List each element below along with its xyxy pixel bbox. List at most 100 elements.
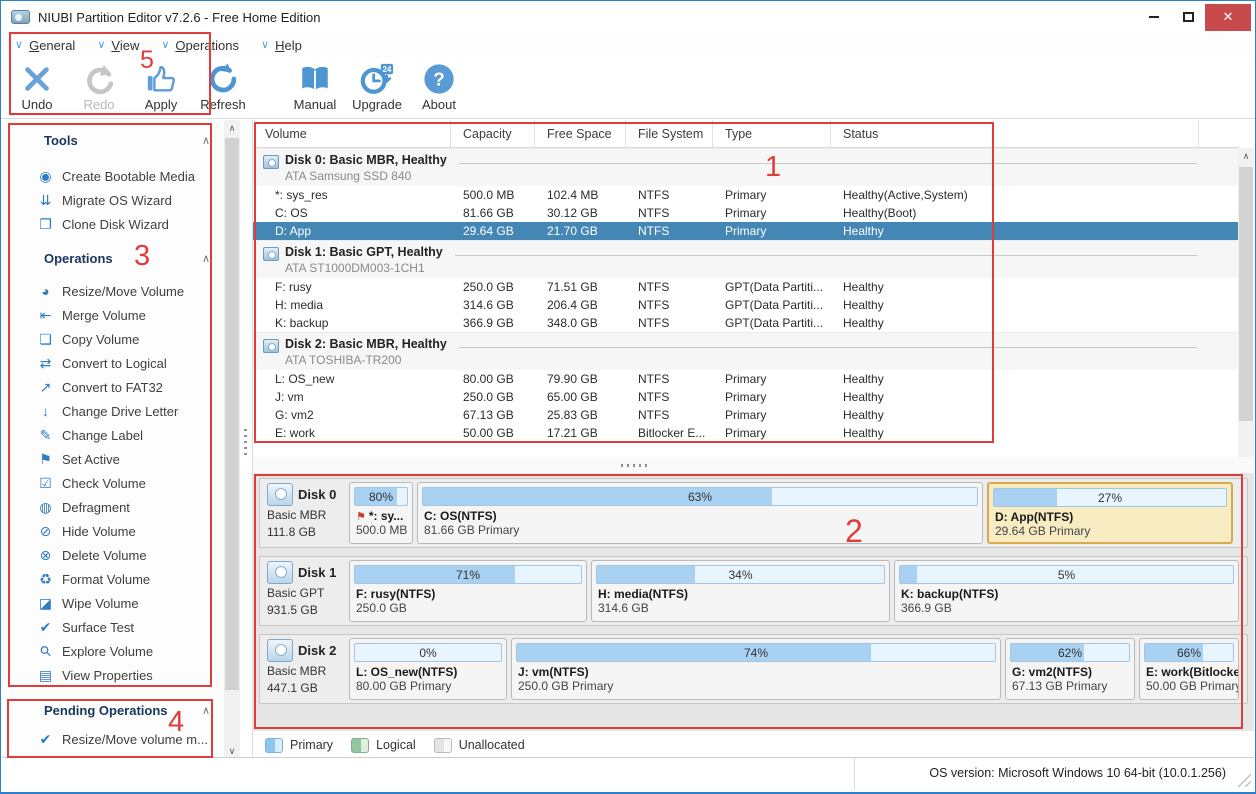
- sidebar-item-wipe-volume[interactable]: ◪Wipe Volume: [2, 591, 224, 615]
- table-scrollbar[interactable]: ∧: [1238, 148, 1254, 457]
- cell-filler: [1199, 222, 1239, 240]
- table-row-f-rusy[interactable]: F: rusy250.0 GB71.51 GBNTFSGPT(Data Part…: [253, 278, 1239, 296]
- menu-item-view[interactable]: ∨View: [97, 38, 139, 53]
- partition-block-j-vm-ntfs[interactable]: 74%J: vm(NTFS)250.0 GB Primary: [511, 638, 1001, 700]
- partition-block-h-media-ntfs[interactable]: 34%H: media(NTFS)314.6 GB: [591, 560, 890, 622]
- close-button[interactable]: ✕: [1205, 4, 1251, 31]
- undo-button[interactable]: Undo: [11, 62, 63, 112]
- sidebar-item-resize-move-volume-m[interactable]: ✔Resize/Move volume m...: [2, 727, 224, 751]
- disk-group-text: Disk 2: Basic MBR, HealthyATA TOSHIBA-TR…: [285, 336, 447, 370]
- table-row-k-backup[interactable]: K: backup366.9 GB348.0 GBNTFSGPT(Data Pa…: [253, 314, 1239, 332]
- menu-item-help[interactable]: ∨Help: [261, 38, 302, 53]
- partition-block-l-os-new-ntfs[interactable]: 0%L: OS_new(NTFS)80.00 GB Primary: [349, 638, 507, 700]
- scroll-up-icon[interactable]: ∧: [224, 120, 240, 136]
- vertical-splitter[interactable]: [240, 120, 252, 759]
- partition-block-c-os-ntfs[interactable]: 63%C: OS(NTFS)81.66 GB Primary: [417, 482, 983, 544]
- window-title: NIUBI Partition Editor v7.2.6 - Free Hom…: [38, 10, 321, 25]
- sidebar-item-hide-volume[interactable]: ⊘Hide Volume: [2, 519, 224, 543]
- about-button[interactable]: ?About: [413, 62, 465, 112]
- apply-button[interactable]: Apply: [135, 62, 187, 112]
- partition-blocks: 0%L: OS_new(NTFS)80.00 GB Primary74%J: v…: [349, 637, 1244, 701]
- table-row-d-app[interactable]: D: App29.64 GB21.70 GBNTFSPrimaryHealthy: [253, 222, 1239, 240]
- partition-block-g-vm2-ntfs[interactable]: 62%G: vm2(NTFS)67.13 GB Primary: [1005, 638, 1135, 700]
- horizontal-splitter[interactable]: [253, 457, 1254, 473]
- sidebar-item-check-volume[interactable]: ☑Check Volume: [2, 471, 224, 495]
- disk-icon: [267, 561, 293, 584]
- collapse-chevron-icon[interactable]: ∧: [202, 134, 210, 147]
- partition-block-sy[interactable]: 80%⚑*: sy...500.0 MB: [349, 482, 413, 544]
- sidebar-item-merge-volume[interactable]: ⇤Merge Volume: [2, 303, 224, 327]
- menu-item-general[interactable]: ∨General: [15, 38, 75, 53]
- sidebar-item-migrate-os-wizard[interactable]: ⇊Migrate OS Wizard: [2, 188, 224, 212]
- sidebar-item-surface-test[interactable]: ✔Surface Test: [2, 615, 224, 639]
- upgrade-button[interactable]: 24Upgrade: [351, 62, 403, 112]
- scroll-up-icon[interactable]: ∧: [1238, 148, 1254, 164]
- disk-group-header[interactable]: Disk 1: Basic GPT, HealthyATA ST1000DM00…: [253, 240, 1239, 278]
- disk-layout: Basic MBR: [267, 664, 349, 679]
- table-row-h-media[interactable]: H: media314.6 GB206.4 GBNTFSGPT(Data Par…: [253, 296, 1239, 314]
- sidebar-item-change-drive-letter[interactable]: ↓Change Drive Letter: [2, 399, 224, 423]
- column-header-type[interactable]: Type: [713, 120, 831, 147]
- disk-group-rule: [459, 347, 1197, 348]
- menu-item-operations[interactable]: ∨Operations: [161, 38, 239, 53]
- collapse-chevron-icon[interactable]: ∧: [202, 252, 210, 265]
- column-header-capacity[interactable]: Capacity: [451, 120, 535, 147]
- minimize-icon: [1149, 16, 1159, 18]
- sidebar-item-set-active[interactable]: ⚑Set Active: [2, 447, 224, 471]
- partition-label-text: C: OS(NTFS): [424, 509, 497, 523]
- table-row-e-work[interactable]: E: work50.00 GB17.21 GBBitlocker E...Pri…: [253, 424, 1239, 442]
- sidebar-item-defragment[interactable]: ◍Defragment: [2, 495, 224, 519]
- disk-info-top: Disk 2: [267, 639, 349, 662]
- scrollbar-thumb[interactable]: [1239, 167, 1253, 421]
- active-flag-icon: ⚑: [356, 511, 366, 523]
- sidebar-item-clone-disk-wizard[interactable]: ❐Clone Disk Wizard: [2, 212, 224, 236]
- cell-filler: [1199, 314, 1239, 332]
- cell-status: Healthy: [831, 406, 1199, 424]
- sidebar-item-copy-volume[interactable]: ❏Copy Volume: [2, 327, 224, 351]
- partition-block-k-backup-ntfs[interactable]: 5%K: backup(NTFS)366.9 GB: [894, 560, 1239, 622]
- table-row-l-os-new[interactable]: L: OS_new80.00 GB79.90 GBNTFSPrimaryHeal…: [253, 370, 1239, 388]
- sidebar-item-convert-to-fat32[interactable]: ↗Convert to FAT32: [2, 375, 224, 399]
- sidebar-item-change-label[interactable]: ✎Change Label: [2, 423, 224, 447]
- column-header-filler: [1199, 120, 1239, 147]
- table-row-c-os[interactable]: C: OS81.66 GB30.12 GBNTFSPrimaryHealthy(…: [253, 204, 1239, 222]
- sidebar-scrollbar[interactable]: ∧ ∨: [224, 120, 240, 759]
- refresh-button[interactable]: Refresh: [197, 62, 249, 112]
- table-row-g-vm2[interactable]: G: vm267.13 GB25.83 GBNTFSPrimaryHealthy: [253, 406, 1239, 424]
- disk-group-header[interactable]: Disk 0: Basic MBR, HealthyATA Samsung SS…: [253, 148, 1239, 186]
- toolbar-button-label: Undo: [21, 97, 52, 112]
- column-header-status[interactable]: Status: [831, 120, 1199, 147]
- cell-filler: [1199, 370, 1239, 388]
- collapse-chevron-icon[interactable]: ∧: [202, 704, 210, 717]
- minimize-button[interactable]: [1137, 4, 1171, 31]
- usage-bar: 34%: [596, 565, 885, 584]
- sidebar-item-convert-to-logical[interactable]: ⇄Convert to Logical: [2, 351, 224, 375]
- column-header-free-space[interactable]: Free Space: [535, 120, 626, 147]
- disk-group-header[interactable]: Disk 2: Basic MBR, HealthyATA TOSHIBA-TR…: [253, 332, 1239, 370]
- cell-volume: D: App: [253, 222, 451, 240]
- sidebar-item-resize-move-volume[interactable]: ◕Resize/Move Volume: [2, 279, 224, 303]
- redo-button[interactable]: Redo: [73, 62, 125, 112]
- maximize-button[interactable]: [1171, 4, 1205, 31]
- partition-block-e-work-bitlocker-e[interactable]: 66%E: work(Bitlocker E...50.00 GB Primar…: [1139, 638, 1239, 700]
- sidebar-item-delete-volume[interactable]: ⊗Delete Volume: [2, 543, 224, 567]
- partition-block-d-app-ntfs[interactable]: 27%D: App(NTFS)29.64 GB Primary: [987, 482, 1233, 544]
- disk-group-rule: [459, 163, 1197, 164]
- partition-block-f-rusy-ntfs[interactable]: 71%F: rusy(NTFS)250.0 GB: [349, 560, 587, 622]
- sidebar-item-format-volume[interactable]: ♻Format Volume: [2, 567, 224, 591]
- table-row-sys-res[interactable]: *: sys_res500.0 MB102.4 MBNTFSPrimaryHea…: [253, 186, 1239, 204]
- resize-grip-icon[interactable]: [1237, 773, 1251, 787]
- sidebar-item-view-properties[interactable]: ▤View Properties: [2, 663, 224, 687]
- cell-type: GPT(Data Partiti...: [713, 278, 831, 296]
- manual-button[interactable]: Manual: [289, 62, 341, 112]
- sidebar-item-label: Set Active: [62, 452, 120, 467]
- scrollbar-thumb[interactable]: [225, 138, 239, 690]
- table-row-j-vm[interactable]: J: vm250.0 GB65.00 GBNTFSPrimaryHealthy: [253, 388, 1239, 406]
- sidebar-item-create-bootable-media[interactable]: ◉Create Bootable Media: [2, 164, 224, 188]
- cell-capacity: 81.66 GB: [451, 204, 535, 222]
- cell-volume: K: backup: [253, 314, 451, 332]
- toolbar-button-label: Refresh: [200, 97, 246, 112]
- column-header-volume[interactable]: Volume: [253, 120, 451, 147]
- sidebar-item-explore-volume[interactable]: ⚲Explore Volume: [2, 639, 224, 663]
- column-header-file-system[interactable]: File System: [626, 120, 713, 147]
